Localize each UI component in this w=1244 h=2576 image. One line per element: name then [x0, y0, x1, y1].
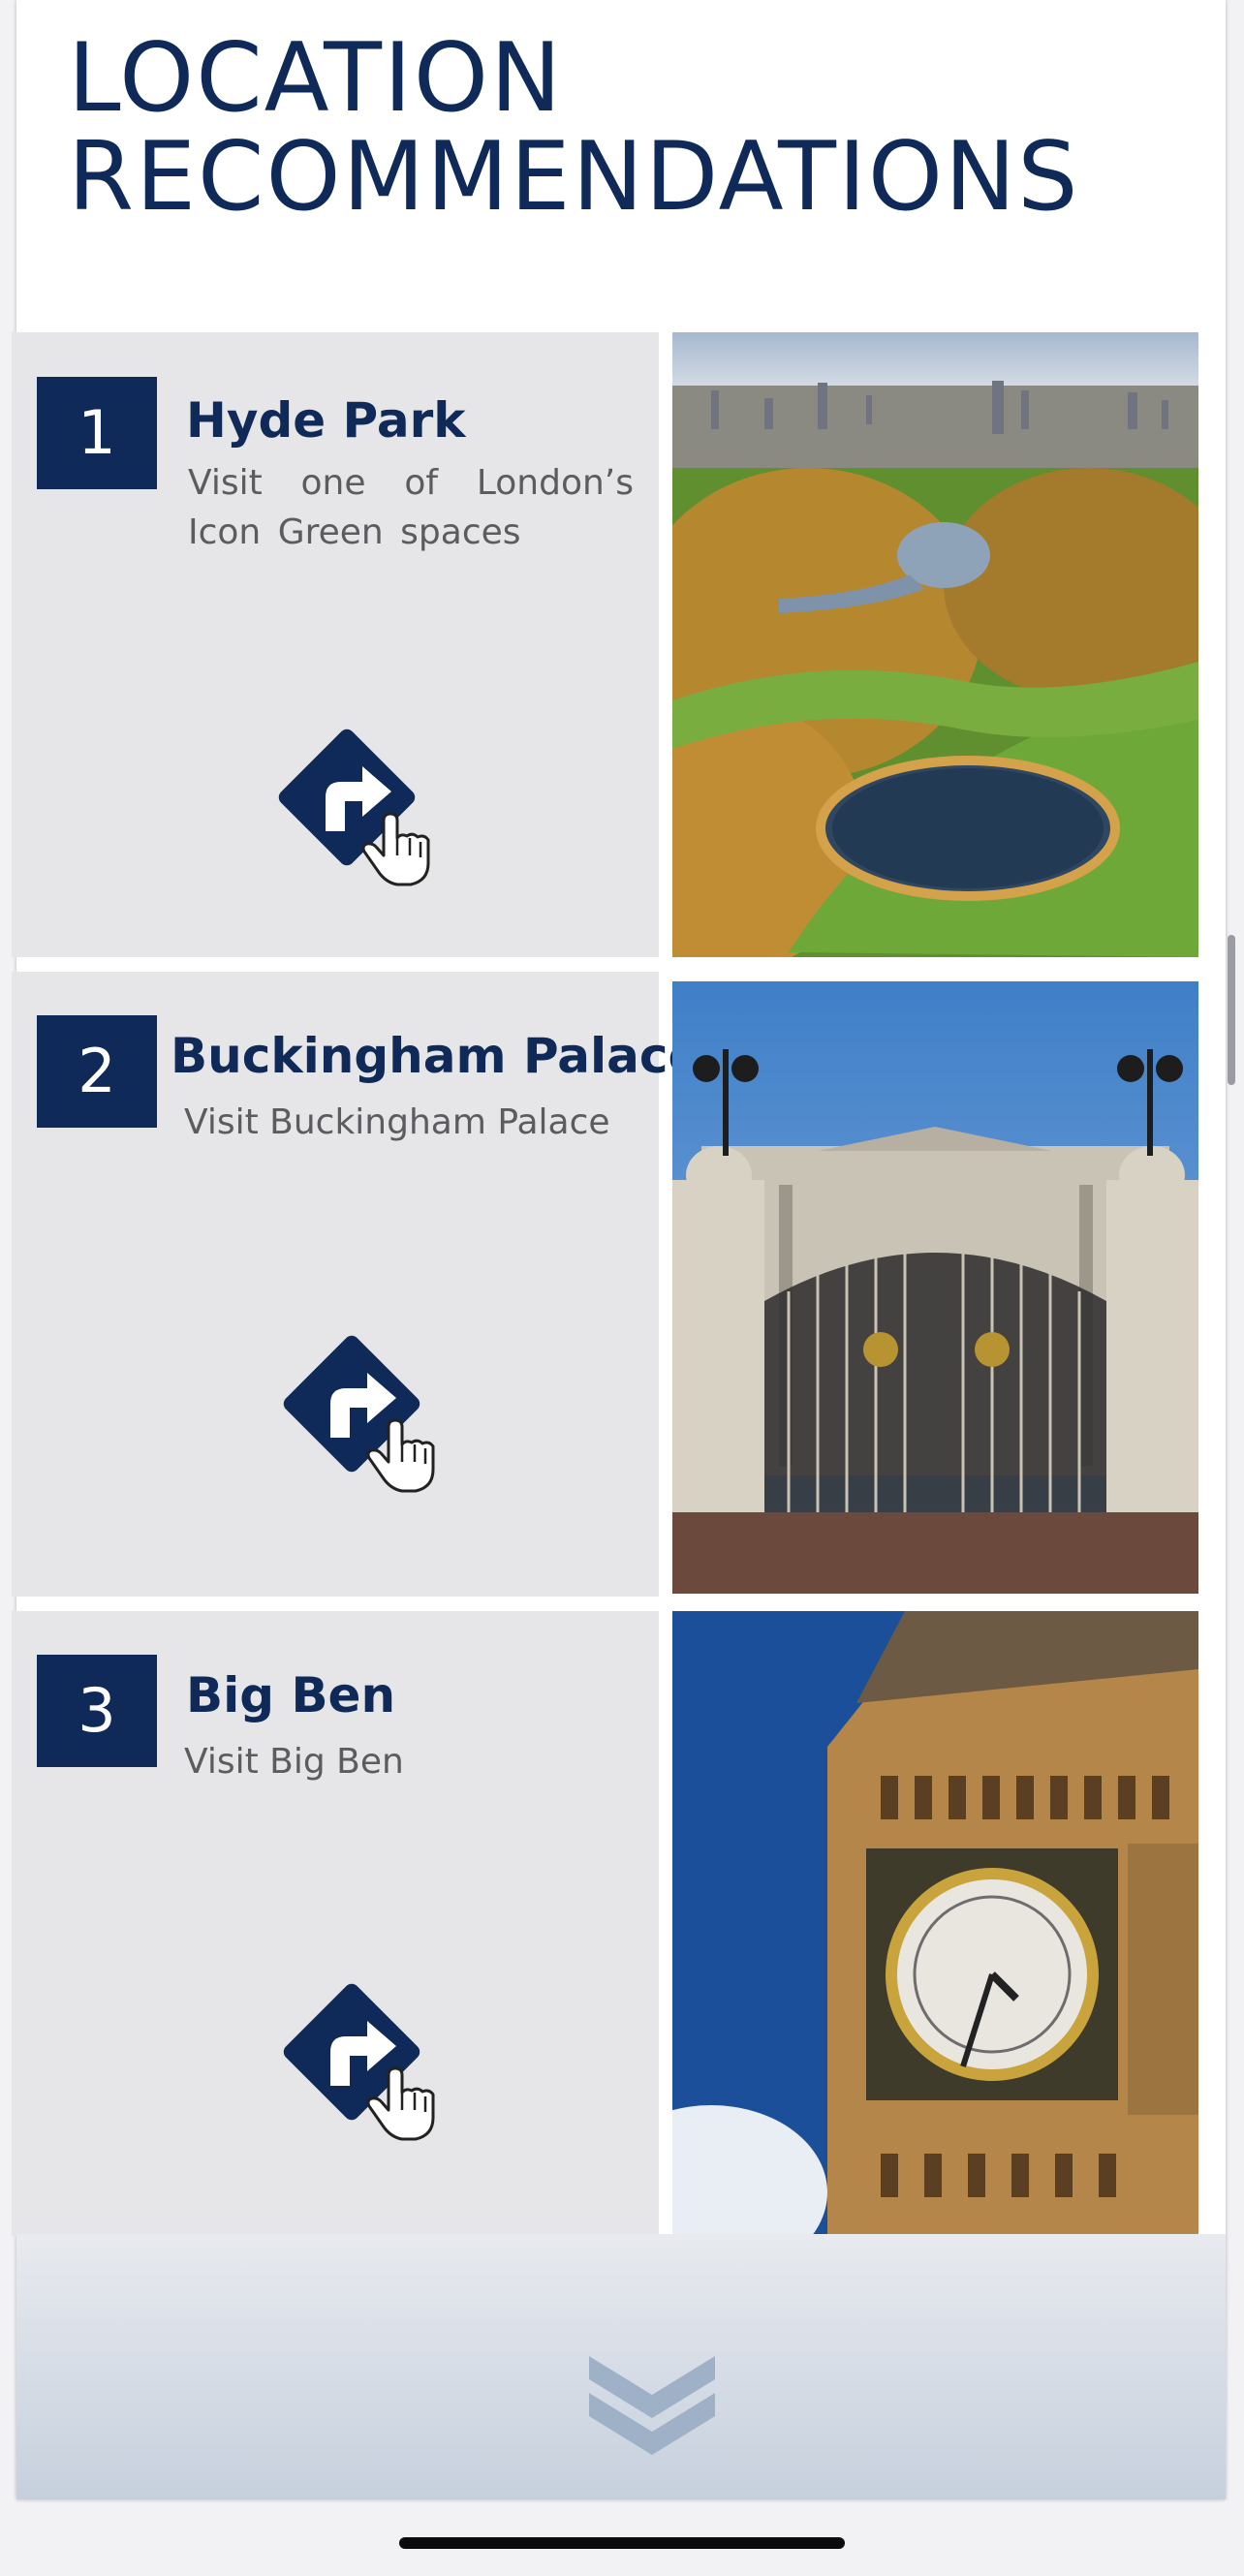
scroll-down-button[interactable] — [581, 2348, 723, 2465]
location-description: Visit Big Ben — [184, 1742, 404, 1782]
directions-button[interactable] — [255, 1955, 449, 2149]
location-number-badge: 3 — [37, 1655, 157, 1767]
location-card-big-ben: 3 Big Ben Visit Big Ben — [12, 1611, 659, 2236]
hyde-park-aerial-photo — [672, 332, 1198, 957]
location-title: Buckingham Palace — [171, 1028, 701, 1084]
big-ben-clock-tower-photo — [672, 1611, 1198, 2236]
location-description: Visit Buckingham Palace — [184, 1102, 610, 1142]
page-title: LOCATION RECOMMENDATIONS — [68, 23, 1080, 233]
double-chevron-down-icon — [589, 2356, 715, 2455]
buckingham-palace-gates-photo — [672, 981, 1198, 1594]
location-card-hyde-park: 1 Hyde Park Visit one of London’s Icon G… — [12, 332, 659, 957]
directions-turn-right-icon — [273, 724, 430, 886]
location-description: Visit one of London’s Icon Green spaces — [188, 463, 634, 552]
home-indicator[interactable] — [399, 2537, 845, 2549]
directions-button[interactable] — [250, 700, 444, 894]
location-title: Hyde Park — [186, 392, 466, 449]
location-number-badge: 1 — [37, 377, 157, 489]
location-card-buckingham-palace: 2 Buckingham Palace Visit Buckingham Pal… — [12, 972, 700, 1597]
scrollbar-thumb[interactable] — [1228, 935, 1235, 1085]
directions-turn-right-icon — [278, 1330, 435, 1493]
location-title: Big Ben — [186, 1667, 396, 1723]
location-number-badge: 2 — [37, 1015, 157, 1128]
directions-button[interactable] — [255, 1307, 449, 1501]
directions-turn-right-icon — [278, 1978, 435, 2141]
